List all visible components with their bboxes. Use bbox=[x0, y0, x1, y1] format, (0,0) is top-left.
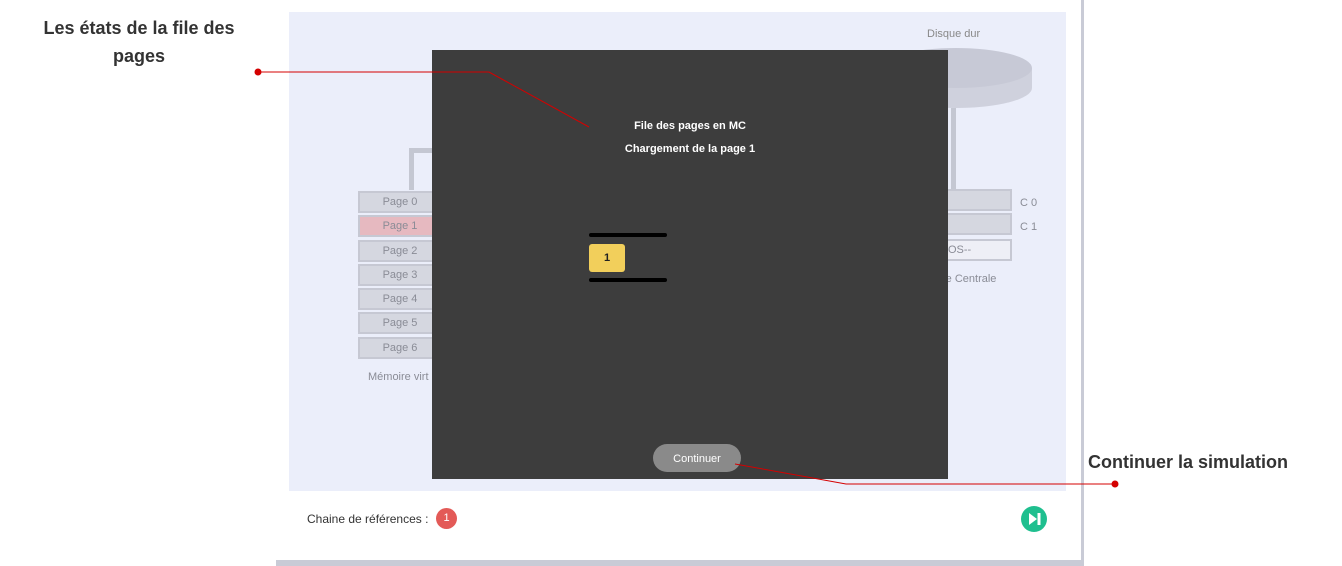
annotation-lines bbox=[254, 68, 1119, 488]
annotation-queue-states: Les états de la file des pages bbox=[43, 18, 235, 66]
annotation-line-left bbox=[258, 71, 590, 128]
annotation-continue: Continuer la simulation bbox=[1088, 452, 1289, 472]
annotation-line-right bbox=[734, 463, 1115, 485]
